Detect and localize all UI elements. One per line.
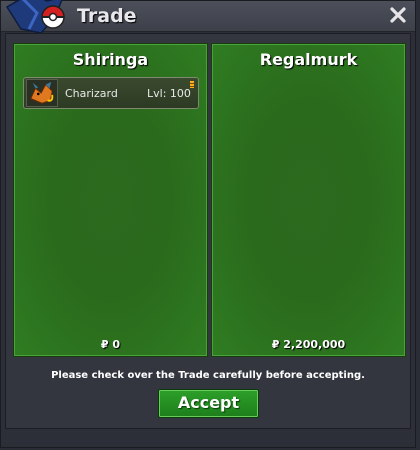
money-amount: ₽ 0	[100, 338, 121, 351]
money-amount: ₽ 2,200,000	[271, 338, 346, 351]
trade-window: Trade Shiringa Charizard Lvl: 100 ₽ 0 Re…	[0, 0, 416, 448]
window-title: Trade	[77, 5, 137, 27]
item-name: Charizard	[65, 87, 118, 100]
charizard-sprite-icon	[26, 79, 58, 107]
offer-panel-regalmurk: Regalmurk ₽ 2,200,000	[211, 43, 406, 357]
close-icon[interactable]	[387, 4, 409, 26]
item-level: Lvl: 100	[147, 87, 191, 100]
title-bar[interactable]: Trade	[1, 0, 415, 34]
trade-notice: Please check over the Trade carefully be…	[51, 370, 365, 381]
offer-panel-shiringa: Shiringa Charizard Lvl: 100 ₽ 0	[13, 43, 208, 357]
player-name: Regalmurk	[259, 50, 358, 69]
player-name: Shiringa	[72, 50, 149, 69]
trade-content: Shiringa Charizard Lvl: 100 ₽ 0 Regalmur…	[5, 33, 411, 429]
item-marker-icon	[190, 81, 194, 88]
accept-button[interactable]: Accept	[158, 389, 259, 418]
trade-item[interactable]: Charizard Lvl: 100	[23, 77, 199, 109]
pokeball-logo-icon	[5, 0, 65, 34]
